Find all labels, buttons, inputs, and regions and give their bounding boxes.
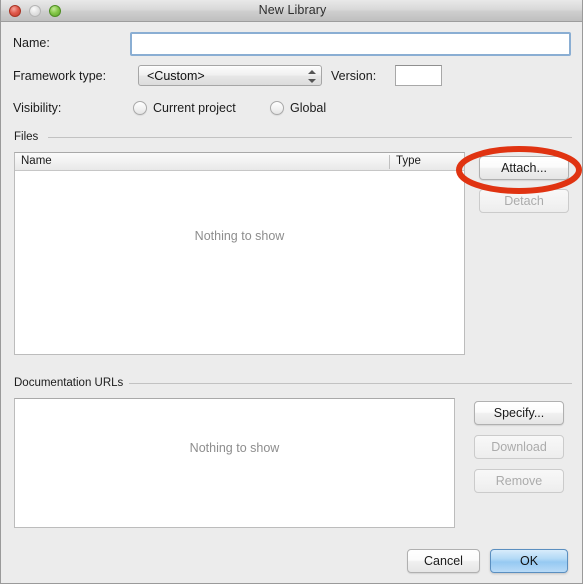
radio-global[interactable] <box>270 101 284 115</box>
radio-current-project[interactable] <box>133 101 147 115</box>
download-button: Download <box>474 435 564 459</box>
version-label: Version: <box>331 69 377 83</box>
remove-button: Remove <box>474 469 564 493</box>
files-empty-message: Nothing to show <box>194 229 285 243</box>
documentation-group-title: Documentation URLs <box>14 377 124 389</box>
files-list[interactable]: Name Type Nothing to show <box>14 152 465 355</box>
documentation-empty-message: Nothing to show <box>189 441 280 455</box>
detach-button: Detach <box>479 189 569 213</box>
files-column-type[interactable]: Type <box>396 155 421 167</box>
ok-button[interactable]: OK <box>490 549 568 573</box>
name-label: Name: <box>13 36 50 50</box>
chevron-updown-icon <box>308 68 317 85</box>
visibility-label: Visibility: <box>13 101 62 115</box>
framework-type-label: Framework type: <box>13 69 107 83</box>
documentation-list[interactable]: Nothing to show <box>14 398 455 528</box>
column-divider[interactable] <box>389 155 390 169</box>
specify-button[interactable]: Specify... <box>474 401 564 425</box>
framework-type-value: <Custom> <box>147 69 205 83</box>
attach-button[interactable]: Attach... <box>479 156 569 180</box>
name-input[interactable] <box>130 32 571 56</box>
titlebar: New Library <box>1 0 582 22</box>
documentation-group-divider <box>129 383 572 384</box>
new-library-dialog: New Library Name: Framework type: <Custo… <box>0 0 583 584</box>
framework-type-select[interactable]: <Custom> <box>138 65 322 86</box>
cancel-button[interactable]: Cancel <box>407 549 480 573</box>
radio-current-project-label: Current project <box>153 101 236 115</box>
files-column-name[interactable]: Name <box>21 155 52 167</box>
files-group-title: Files <box>14 131 39 143</box>
window-title: New Library <box>258 3 327 17</box>
version-input[interactable] <box>395 65 442 86</box>
files-table-header: Name Type <box>15 153 464 171</box>
files-group-divider <box>48 137 572 138</box>
radio-global-label: Global <box>290 101 327 115</box>
